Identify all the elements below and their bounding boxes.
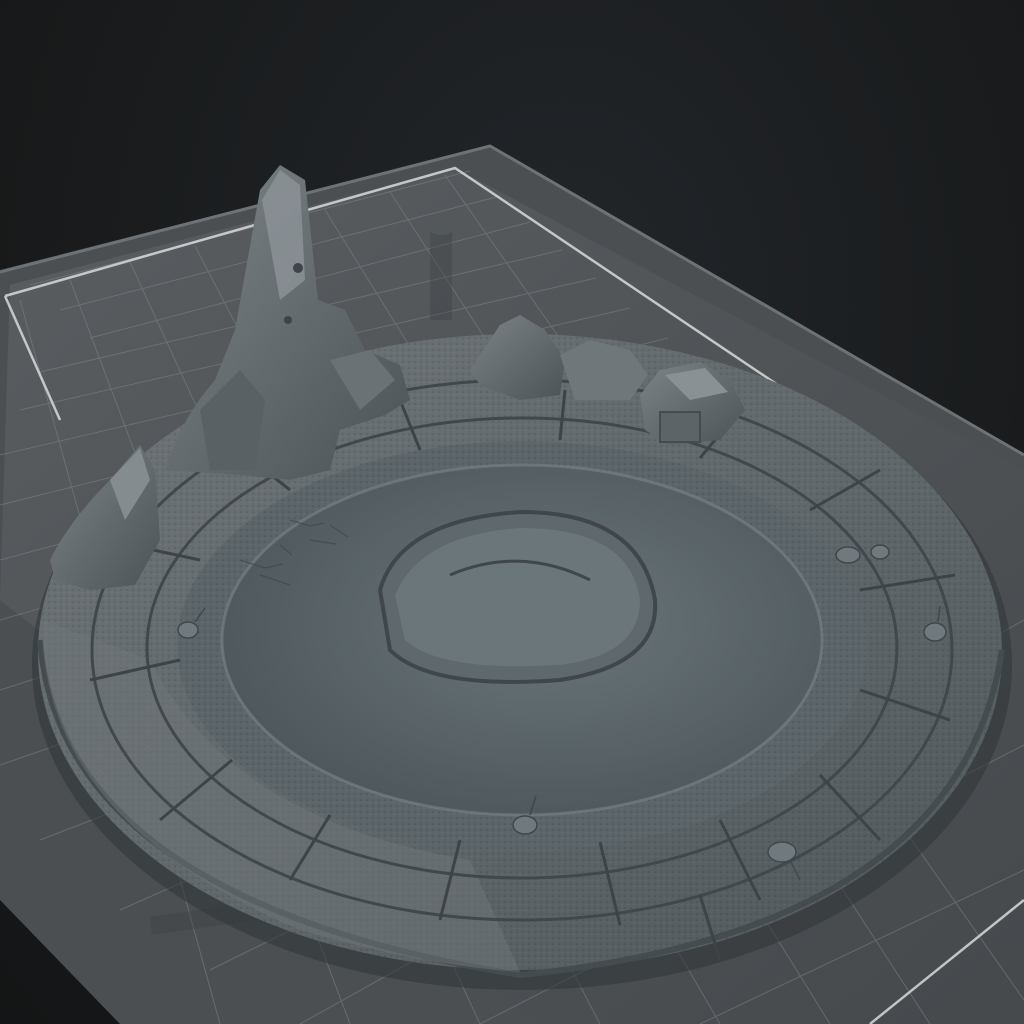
crater [377, 509, 658, 684]
3d-viewport[interactable] [0, 0, 1024, 1024]
